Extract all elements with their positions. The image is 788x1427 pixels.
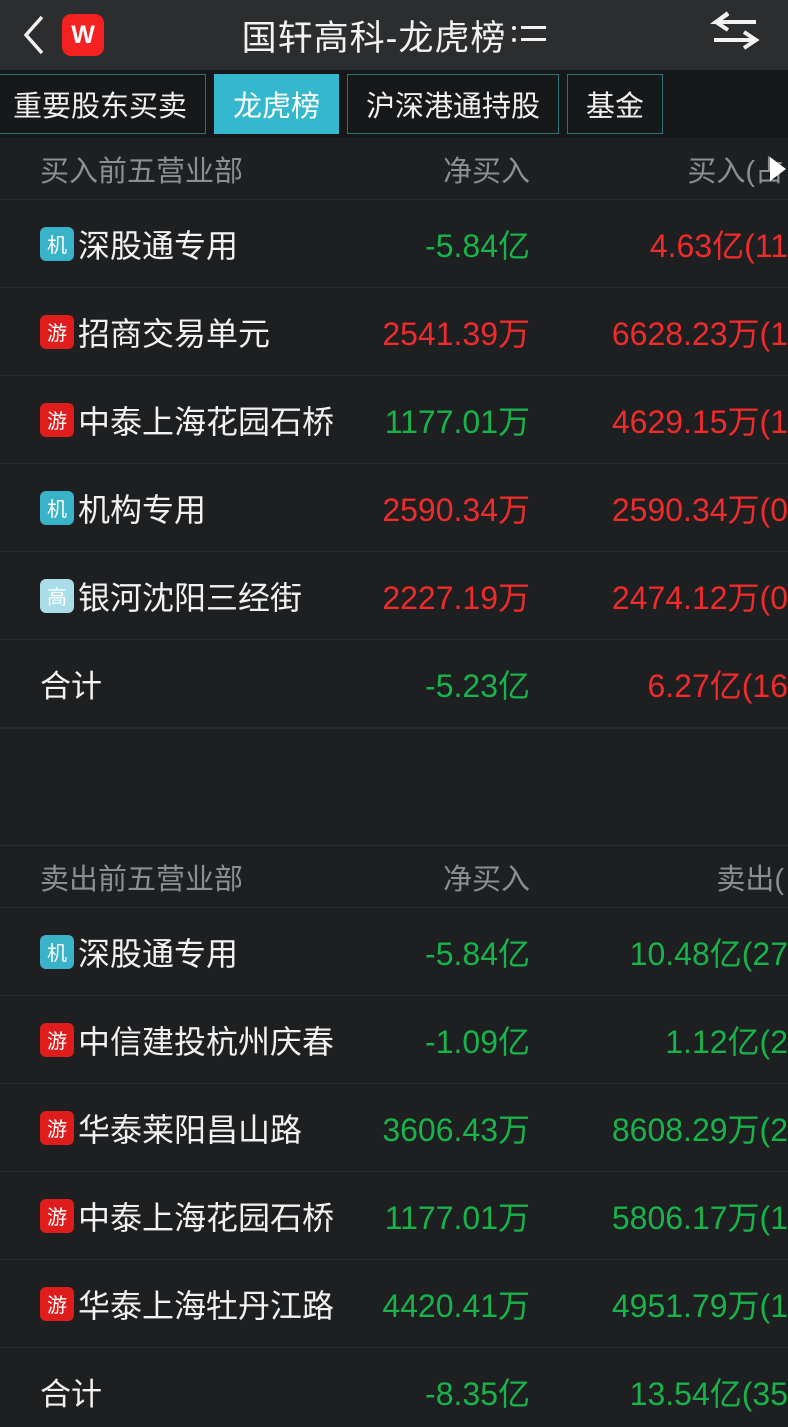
retail-speculator-badge-icon: 游 bbox=[40, 1022, 74, 1057]
sell-row-name-cell: 机 深股通专用 bbox=[0, 929, 335, 975]
table-row[interactable]: 机 深股通专用 -5.84亿 10.48亿(27 bbox=[0, 908, 788, 996]
buy-table: 买入前五营业部 净买入 买入(占 机 深股通专用 -5.84亿 4.63亿(11… bbox=[0, 138, 788, 728]
buy-table-header: 买入前五营业部 净买入 买入(占 bbox=[0, 138, 788, 200]
sell-col-header-net: 净买入 bbox=[442, 863, 530, 896]
buy-row-name-cell: 机 机构专用 bbox=[0, 485, 335, 531]
scroll-right-icon bbox=[770, 156, 786, 181]
table-row[interactable]: 机 深股通专用 -5.84亿 4.63亿(11 bbox=[0, 200, 788, 288]
sell-row-net-cell: -5.84亿 bbox=[425, 935, 530, 972]
list-menu-icon[interactable] bbox=[512, 19, 547, 51]
sell-row-amount-cell: 4951.79万(1 bbox=[611, 1287, 788, 1324]
buy-row-net-cell: 2590.34万 bbox=[382, 491, 530, 528]
sell-total-row: 合计 -8.35亿 13.54亿(35 bbox=[0, 1348, 788, 1427]
high-frequency-badge-icon: 高 bbox=[40, 578, 74, 613]
sell-col-header-name: 卖出前五营业部 bbox=[40, 863, 244, 896]
sell-col-header-amount[interactable]: 卖出( bbox=[540, 856, 788, 898]
institution-badge-icon: 机 bbox=[40, 934, 74, 969]
buy-row-net-cell: 1177.01万 bbox=[384, 403, 530, 440]
buy-total-amount-cell: 6.27亿(16 bbox=[647, 667, 788, 704]
table-row[interactable]: 高 银河沈阳三经街 2227.19万 2474.12万(0 bbox=[0, 552, 788, 640]
sell-total-amount-cell: 13.54亿(35 bbox=[629, 1375, 788, 1412]
institution-badge-icon: 机 bbox=[40, 490, 74, 525]
tab-bar: 重要股东买卖 龙虎榜 沪深港通持股 基金 bbox=[0, 70, 788, 138]
sell-row-amount-cell: 10.48亿(27 bbox=[629, 935, 788, 972]
buy-row-net-cell: 2227.19万 bbox=[382, 579, 530, 616]
top-navigation-bar: W 国轩高科-龙虎榜 bbox=[0, 0, 788, 70]
branch-name: 深股通专用 bbox=[78, 227, 239, 264]
buy-row-net-cell: 2541.39万 bbox=[382, 315, 530, 352]
sell-total-net-cell: -8.35亿 bbox=[425, 1375, 530, 1412]
table-row[interactable]: 游 华泰莱阳昌山路 3606.43万 8608.29万(2 bbox=[0, 1084, 788, 1172]
app-logo: W bbox=[62, 14, 104, 56]
sell-table-header: 卖出前五营业部 净买入 卖出( bbox=[0, 846, 788, 908]
section-separator bbox=[0, 728, 788, 846]
branch-name: 银河沈阳三经街 bbox=[78, 579, 303, 616]
page-title: 国轩高科-龙虎榜 bbox=[241, 18, 507, 58]
table-row[interactable]: 游 中信建投杭州庆春 -1.09亿 1.12亿(2 bbox=[0, 996, 788, 1084]
sell-row-amount-cell: 1.12亿(2 bbox=[665, 1023, 788, 1060]
app-screen: W 国轩高科-龙虎榜 重要股东买卖 龙虎榜 沪深港通持股 基金 买入前五营业部 … bbox=[0, 0, 788, 1427]
branch-name: 中泰上海花园石桥 bbox=[78, 403, 335, 440]
table-row[interactable]: 游 中泰上海花园石桥 1177.01万 5806.17万(1 bbox=[0, 1172, 788, 1260]
branch-name: 中信建投杭州庆春 bbox=[78, 1023, 335, 1060]
table-row[interactable]: 游 招商交易单元 2541.39万 6628.23万(1 bbox=[0, 288, 788, 376]
sell-table: 卖出前五营业部 净买入 卖出( 机 深股通专用 -5.84亿 10.48亿(27… bbox=[0, 846, 788, 1427]
tab-important-shareholder-trades[interactable]: 重要股东买卖 bbox=[0, 74, 207, 134]
buy-total-row: 合计 -5.23亿 6.27亿(16 bbox=[0, 640, 788, 728]
branch-name: 招商交易单元 bbox=[78, 315, 271, 352]
buy-col-header-name: 买入前五营业部 bbox=[40, 155, 244, 188]
buy-row-name-cell: 游 中泰上海花园石桥 bbox=[0, 397, 335, 443]
sell-row-name-cell: 游 中泰上海花园石桥 bbox=[0, 1193, 335, 1239]
tab-northbound-holdings[interactable]: 沪深港通持股 bbox=[347, 74, 560, 134]
retail-speculator-badge-icon: 游 bbox=[40, 402, 74, 437]
buy-row-amount-cell: 2590.34万(0 bbox=[611, 491, 788, 528]
sell-row-net-cell: 3606.43万 bbox=[382, 1111, 530, 1148]
exchange-arrows-icon[interactable] bbox=[706, 10, 766, 60]
buy-row-name-cell: 高 银河沈阳三经街 bbox=[0, 573, 335, 619]
buy-row-amount-cell: 6628.23万(1 bbox=[611, 315, 788, 352]
tab-funds[interactable]: 基金 bbox=[567, 74, 664, 134]
sell-row-name-cell: 游 华泰上海牡丹江路 bbox=[0, 1281, 335, 1327]
buy-row-name-cell: 游 招商交易单元 bbox=[0, 309, 335, 355]
buy-row-net-cell: -5.84亿 bbox=[425, 227, 530, 264]
buy-row-amount-cell: 2474.12万(0 bbox=[611, 579, 788, 616]
sell-row-name-cell: 游 华泰莱阳昌山路 bbox=[0, 1105, 335, 1151]
sell-row-net-cell: 4420.41万 bbox=[382, 1287, 530, 1324]
total-label: 合计 bbox=[40, 669, 102, 704]
sell-row-amount-cell: 8608.29万(2 bbox=[611, 1111, 788, 1148]
sell-row-net-cell: -1.09亿 bbox=[425, 1023, 530, 1060]
branch-name: 深股通专用 bbox=[78, 935, 239, 972]
back-button[interactable] bbox=[14, 12, 54, 58]
retail-speculator-badge-icon: 游 bbox=[40, 1110, 74, 1145]
branch-name: 中泰上海花园石桥 bbox=[78, 1199, 335, 1236]
table-row[interactable]: 机 机构专用 2590.34万 2590.34万(0 bbox=[0, 464, 788, 552]
branch-name: 机构专用 bbox=[78, 491, 207, 528]
table-row[interactable]: 游 华泰上海牡丹江路 4420.41万 4951.79万(1 bbox=[0, 1260, 788, 1348]
buy-row-name-cell: 机 深股通专用 bbox=[0, 221, 335, 267]
buy-total-label-cell: 合计 bbox=[0, 661, 335, 706]
tab-dragon-tiger-list[interactable]: 龙虎榜 bbox=[214, 74, 340, 134]
branch-name: 华泰莱阳昌山路 bbox=[78, 1111, 303, 1148]
retail-speculator-badge-icon: 游 bbox=[40, 1198, 74, 1233]
sell-row-amount-cell: 5806.17万(1 bbox=[611, 1199, 788, 1236]
branch-name: 华泰上海牡丹江路 bbox=[78, 1287, 335, 1324]
buy-row-amount-cell: 4.63亿(11 bbox=[649, 227, 788, 264]
sell-row-net-cell: 1177.01万 bbox=[384, 1199, 530, 1236]
sell-row-name-cell: 游 中信建投杭州庆春 bbox=[0, 1017, 335, 1063]
buy-total-net-cell: -5.23亿 bbox=[425, 667, 530, 704]
buy-row-amount-cell: 4629.15万(1 bbox=[611, 403, 788, 440]
sell-total-label-cell: 合计 bbox=[0, 1369, 335, 1414]
buy-col-header-net: 净买入 bbox=[442, 155, 530, 188]
retail-speculator-badge-icon: 游 bbox=[40, 314, 74, 349]
title-container: 国轩高科-龙虎榜 bbox=[0, 0, 788, 70]
total-label: 合计 bbox=[40, 1377, 102, 1412]
table-row[interactable]: 游 中泰上海花园石桥 1177.01万 4629.15万(1 bbox=[0, 376, 788, 464]
retail-speculator-badge-icon: 游 bbox=[40, 1286, 74, 1321]
buy-col-header-amount[interactable]: 买入(占 bbox=[540, 148, 788, 190]
institution-badge-icon: 机 bbox=[40, 226, 74, 261]
